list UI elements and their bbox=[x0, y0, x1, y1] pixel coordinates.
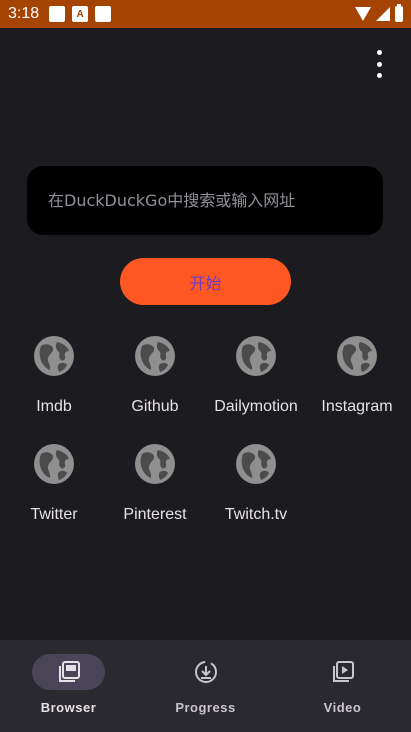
notification-font-icon: A bbox=[72, 6, 89, 22]
start-button[interactable]: 开始 bbox=[120, 258, 291, 305]
shortcut-instagram[interactable]: Instagram bbox=[307, 330, 407, 426]
nav-video[interactable]: Video bbox=[274, 640, 411, 732]
notification-square-icon bbox=[95, 6, 112, 22]
more-options-icon[interactable] bbox=[373, 50, 385, 78]
shortcut-dailymotion[interactable]: Dailymotion bbox=[206, 330, 306, 426]
globe-icon bbox=[337, 336, 377, 376]
shortcut-imdb[interactable]: Imdb bbox=[4, 330, 104, 426]
shortcut-label: Twitter bbox=[30, 506, 78, 523]
globe-icon bbox=[135, 336, 175, 376]
video-library-icon bbox=[332, 661, 354, 682]
globe-icon bbox=[236, 444, 276, 484]
search-box[interactable] bbox=[27, 166, 383, 235]
nav-progress[interactable]: Progress bbox=[137, 640, 274, 732]
nav-icon-container bbox=[169, 654, 242, 690]
bottom-navigation: Browser Progress Video bbox=[0, 640, 411, 732]
status-bar: 3:18 A bbox=[0, 0, 411, 28]
battery-icon bbox=[395, 4, 403, 22]
download-progress-icon bbox=[194, 661, 217, 683]
shortcut-github[interactable]: Github bbox=[105, 330, 205, 426]
notification-square-icon bbox=[49, 6, 66, 22]
nav-label: Progress bbox=[175, 700, 236, 715]
browser-home: 开始 Imdb Github Dailymotion bbox=[0, 28, 411, 640]
globe-icon bbox=[34, 336, 74, 376]
globe-icon bbox=[34, 444, 74, 484]
shortcut-label: Dailymotion bbox=[214, 398, 298, 415]
nav-icon-container bbox=[306, 654, 379, 690]
status-right-icons bbox=[355, 4, 403, 22]
shortcut-label: Pinterest bbox=[123, 506, 187, 523]
globe-icon bbox=[135, 444, 175, 484]
globe-icon bbox=[236, 336, 276, 376]
wifi-icon bbox=[355, 7, 371, 21]
shortcut-twitter[interactable]: Twitter bbox=[4, 438, 104, 534]
nav-label: Browser bbox=[40, 700, 97, 715]
shortcut-label: Instagram bbox=[321, 398, 393, 415]
nav-active-indicator bbox=[32, 654, 105, 690]
search-input[interactable] bbox=[46, 190, 370, 211]
nav-label: Video bbox=[323, 700, 362, 715]
more-dot bbox=[376, 73, 382, 78]
shortcut-label: Github bbox=[131, 398, 179, 415]
library-icon bbox=[58, 661, 80, 682]
shortcut-label: Imdb bbox=[36, 398, 72, 415]
shortcut-pinterest[interactable]: Pinterest bbox=[105, 438, 205, 534]
shortcut-label: Twitch.tv bbox=[224, 506, 288, 523]
status-time: 3:18 bbox=[8, 5, 40, 22]
signal-icon bbox=[376, 7, 390, 21]
shortcut-twitch[interactable]: Twitch.tv bbox=[206, 438, 306, 534]
more-dot bbox=[376, 50, 382, 55]
nav-browser[interactable]: Browser bbox=[0, 640, 137, 732]
more-dot bbox=[376, 61, 382, 67]
